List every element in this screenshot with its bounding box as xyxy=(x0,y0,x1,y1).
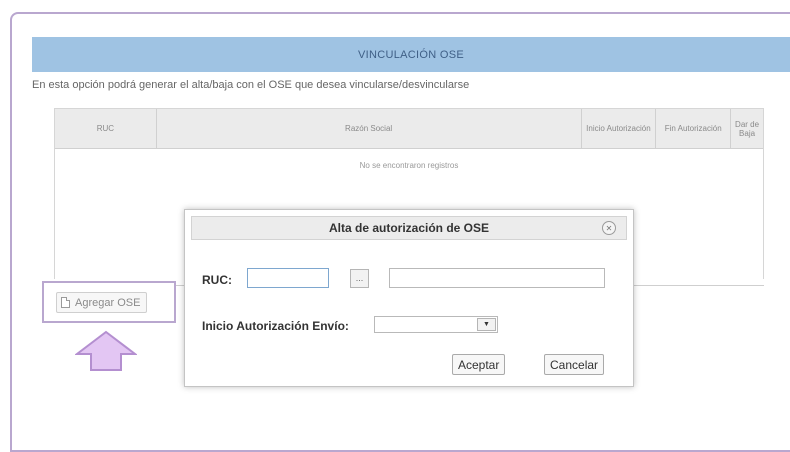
inicio-autorizacion-label: Inicio Autorización Envío: xyxy=(202,319,349,333)
column-header-fin-autorizacion[interactable]: Fin Autorización xyxy=(656,109,732,148)
panel-title: VINCULACIÓN OSE xyxy=(32,37,790,72)
column-header-inicio-autorizacion[interactable]: Inicio Autorización xyxy=(582,109,657,148)
panel-title-text: VINCULACIÓN OSE xyxy=(358,48,464,61)
dialog-title: Alta de autorización de OSE xyxy=(328,221,490,235)
add-ose-button[interactable]: Agregar OSE xyxy=(56,292,148,313)
add-ose-label: Agregar OSE xyxy=(75,296,141,309)
column-header-razon-social[interactable]: Razón Social xyxy=(157,109,582,148)
intro-text: En esta opción podrá generar el alta/baj… xyxy=(32,79,470,91)
cancelar-button[interactable]: Cancelar xyxy=(544,354,605,375)
dialog-title-bar: Alta de autorización de OSE ✕ xyxy=(191,216,627,240)
ruc-search-button[interactable]: ... xyxy=(350,269,369,288)
table-header: RUC Razón Social Inicio Autorización Fin… xyxy=(55,109,763,149)
document-icon xyxy=(61,297,70,308)
column-header-dar-de-baja[interactable]: Dar de Baja xyxy=(731,109,763,148)
alta-autorizacion-dialog: Alta de autorización de OSE ✕ RUC: ... I… xyxy=(184,209,634,387)
ruc-input[interactable] xyxy=(247,268,329,288)
aceptar-button[interactable]: Aceptar xyxy=(452,354,506,375)
close-circle-icon[interactable]: ✕ xyxy=(602,221,616,235)
empty-message: No se encontraron registros xyxy=(359,161,459,170)
add-ose-highlight: Agregar OSE xyxy=(42,281,176,323)
ruc-label: RUC: xyxy=(202,273,232,287)
arrow-up-icon xyxy=(75,330,137,371)
chevron-down-icon[interactable]: ▼ xyxy=(477,318,496,331)
inicio-autorizacion-select[interactable]: ▼ xyxy=(374,316,498,333)
razon-social-field[interactable] xyxy=(389,268,605,288)
column-header-ruc[interactable]: RUC xyxy=(55,109,157,148)
